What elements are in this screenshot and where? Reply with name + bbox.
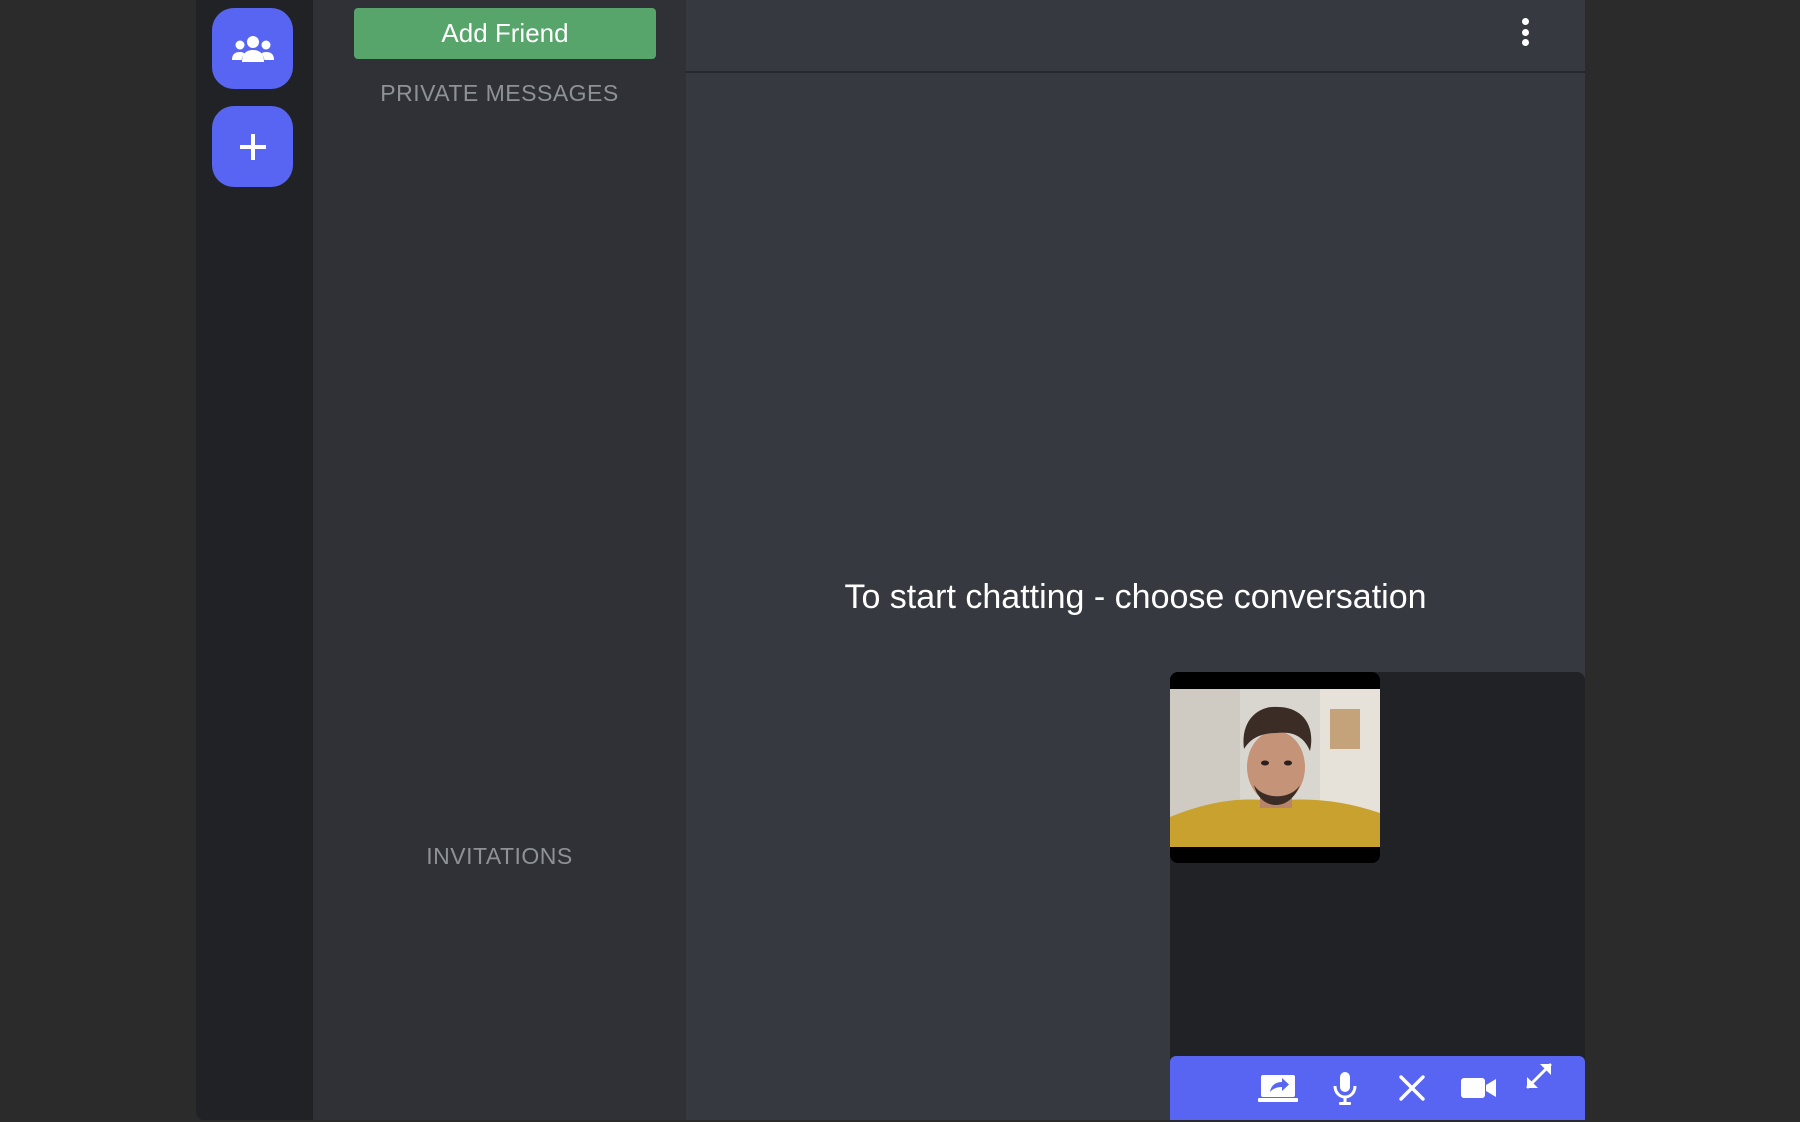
camera-icon [1461, 1078, 1496, 1098]
kebab-dot [1521, 18, 1529, 25]
call-controls-bar [1170, 1056, 1585, 1120]
camera-feed-image [1170, 689, 1380, 847]
chat-topbar [686, 0, 1585, 73]
microphone-icon [1333, 1072, 1357, 1105]
hang-up-button[interactable] [1392, 1070, 1432, 1106]
private-messages-heading: PRIVATE MESSAGES [380, 80, 619, 106]
empty-state-message: To start chatting - choose conversation [844, 578, 1427, 616]
video-call-panel [1170, 672, 1585, 1120]
users-icon [231, 35, 274, 62]
add-server-button[interactable] [212, 106, 293, 187]
add-friend-button[interactable]: Add Friend [354, 8, 656, 59]
expand-icon [1526, 1063, 1552, 1089]
share-screen-button[interactable] [1258, 1070, 1298, 1106]
invitations-heading: INVITATIONS [426, 843, 573, 869]
share-screen-icon [1258, 1075, 1298, 1102]
close-icon [1399, 1075, 1425, 1101]
camera-toggle-button[interactable] [1459, 1070, 1499, 1106]
plus-icon [239, 133, 266, 160]
local-video-tile [1170, 672, 1380, 863]
kebab-dot [1521, 39, 1529, 46]
friends-button[interactable] [212, 8, 293, 89]
server-rail [196, 0, 313, 1120]
microphone-button[interactable] [1325, 1070, 1365, 1106]
conversations-sidebar: Add Friend PRIVATE MESSAGES INVITATIONS [313, 0, 686, 1120]
kebab-dot [1521, 28, 1529, 36]
more-options-button[interactable] [1513, 14, 1537, 50]
fullscreen-button[interactable] [1519, 1058, 1559, 1094]
